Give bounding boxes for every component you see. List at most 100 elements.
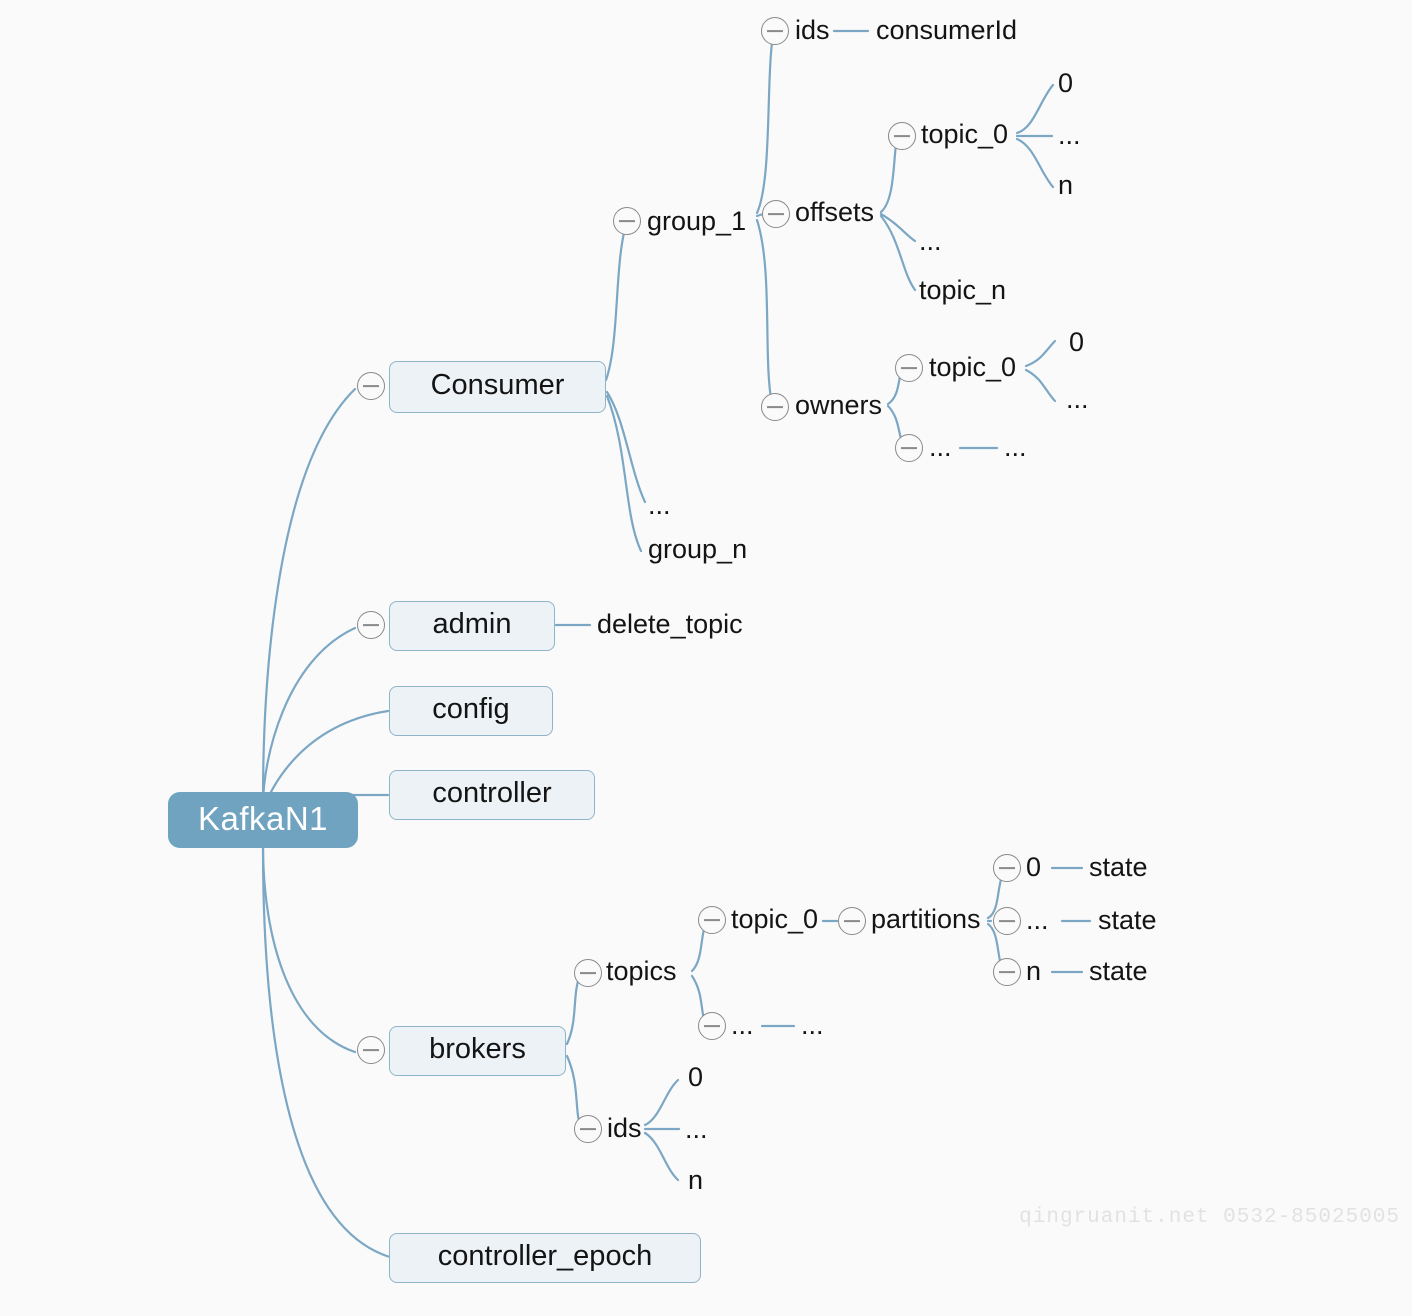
- collapse-toggle-owners-ellipsis[interactable]: [895, 434, 923, 462]
- collapse-toggle-partitions[interactable]: [838, 907, 866, 935]
- edge-consumer-group1: [604, 220, 629, 382]
- node-topics-ellipsis[interactable]: ...: [731, 1012, 754, 1039]
- node-owners-topic-0-partition-0[interactable]: 0: [1069, 329, 1084, 356]
- partition-dots-label: ...: [1026, 905, 1049, 935]
- config-label: config: [432, 693, 510, 725]
- root-node-kafkan1[interactable]: KafkaN1: [168, 792, 358, 848]
- ids-label: ids: [795, 15, 830, 45]
- node-controller[interactable]: controller: [389, 770, 595, 820]
- node-group-ellipsis[interactable]: ...: [648, 492, 671, 519]
- node-topics[interactable]: topics: [606, 958, 677, 985]
- node-brokers-ids-n[interactable]: n: [688, 1167, 703, 1194]
- partition-0-label: 0: [1026, 852, 1042, 882]
- owners-ellipsis-label: ...: [929, 432, 952, 462]
- node-brokers-ids-0[interactable]: 0: [688, 1064, 703, 1091]
- delete-topic-label: delete_topic: [597, 609, 743, 639]
- group-ellipsis-label: ...: [648, 490, 671, 520]
- node-owners[interactable]: owners: [795, 392, 882, 419]
- node-partitions[interactable]: partitions: [871, 906, 981, 933]
- node-topics-topic-0[interactable]: topic_0: [731, 906, 818, 933]
- node-group-n[interactable]: group_n: [648, 536, 747, 563]
- edge-offsetstopic0-n: [1015, 137, 1055, 189]
- node-offsets-topic-n[interactable]: topic_n: [919, 277, 1006, 304]
- node-owners-ellipsis[interactable]: ...: [929, 434, 952, 461]
- brokers-ids-0-label: 0: [688, 1062, 704, 1092]
- node-owners-ellipsis-child[interactable]: ...: [1004, 434, 1027, 461]
- root-label: KafkaN1: [197, 799, 329, 837]
- node-owners-topic-0[interactable]: topic_0: [929, 354, 1016, 381]
- collapse-toggle-group-1[interactable]: [613, 207, 641, 235]
- node-group-1[interactable]: group_1: [647, 208, 746, 235]
- node-consumer[interactable]: Consumer: [389, 361, 606, 413]
- node-brokers[interactable]: brokers: [389, 1026, 566, 1076]
- node-offsets-topic-0[interactable]: topic_0: [921, 121, 1008, 148]
- partition-0-state-label: state: [1089, 852, 1148, 882]
- node-ids[interactable]: ids: [795, 17, 830, 44]
- node-offsets-topic-0-partition-n[interactable]: n: [1058, 172, 1073, 199]
- node-controller-epoch[interactable]: controller_epoch: [389, 1233, 701, 1283]
- edge-ownerstopic0-0: [1024, 339, 1057, 368]
- offsets-topic-n-label: topic_n: [919, 275, 1007, 305]
- node-owners-topic-0-partition-dots[interactable]: ...: [1066, 386, 1089, 413]
- topics-topic-0-label: topic_0: [731, 904, 819, 934]
- edge-consumer-groupn: [605, 394, 643, 553]
- admin-label: admin: [432, 608, 512, 640]
- node-consumerid[interactable]: consumerId: [876, 17, 1017, 44]
- offsets-topic-0-partition-dots-label: ...: [1058, 120, 1081, 150]
- partition-n-state-label: state: [1089, 956, 1148, 986]
- offsets-ellipsis-label: ...: [919, 226, 942, 256]
- node-offsets[interactable]: offsets: [795, 199, 874, 226]
- brokers-ids-n-label: n: [688, 1165, 704, 1195]
- node-offsets-ellipsis[interactable]: ...: [919, 228, 942, 255]
- edge-offsetstopic0-0: [1015, 83, 1055, 135]
- edge-group1-ids: [755, 33, 775, 215]
- consumer-label: Consumer: [430, 369, 565, 401]
- node-delete-topic[interactable]: delete_topic: [597, 611, 743, 638]
- edge-brokerids-n: [643, 1131, 680, 1182]
- node-config[interactable]: config: [389, 686, 553, 736]
- partition-n-label: n: [1026, 956, 1042, 986]
- brokers-ids-label: ids: [607, 1113, 642, 1143]
- owners-topic-0-partition-dots-label: ...: [1066, 384, 1089, 414]
- collapse-toggle-offsets-topic-0[interactable]: [888, 122, 916, 150]
- node-partition-n[interactable]: n: [1026, 958, 1041, 985]
- collapse-toggle-brokers[interactable]: [357, 1036, 385, 1064]
- node-brokers-ids[interactable]: ids: [607, 1115, 642, 1142]
- collapse-toggle-partition-dots[interactable]: [993, 907, 1021, 935]
- offsets-topic-0-partition-n-label: n: [1058, 170, 1074, 200]
- brokers-ids-dots-label: ...: [685, 1114, 708, 1144]
- collapse-toggle-owners[interactable]: [761, 393, 789, 421]
- topics-label: topics: [606, 956, 677, 986]
- collapse-toggle-partition-n[interactable]: [993, 958, 1021, 986]
- collapse-toggle-offsets[interactable]: [762, 200, 790, 228]
- owners-topic-0-partition-0-label: 0: [1069, 327, 1085, 357]
- node-partition-n-state[interactable]: state: [1089, 958, 1148, 985]
- topics-ellipsis-child-label: ...: [801, 1010, 824, 1040]
- node-offsets-topic-0-partition-0[interactable]: 0: [1058, 70, 1073, 97]
- collapse-toggle-ids[interactable]: [761, 17, 789, 45]
- offsets-label: offsets: [795, 197, 875, 227]
- node-admin[interactable]: admin: [389, 601, 555, 651]
- mindmap-canvas: KafkaN1 Consumer group_1 ... group_n ids…: [0, 0, 1412, 1316]
- node-partition-dots-state[interactable]: state: [1098, 907, 1157, 934]
- node-brokers-ids-dots[interactable]: ...: [685, 1116, 708, 1143]
- collapse-toggle-consumer[interactable]: [357, 372, 385, 400]
- collapse-toggle-owners-topic-0[interactable]: [895, 354, 923, 382]
- collapse-toggle-brokers-ids[interactable]: [574, 1115, 602, 1143]
- node-offsets-topic-0-partition-dots[interactable]: ...: [1058, 122, 1081, 149]
- collapse-toggle-topics-ellipsis[interactable]: [698, 1012, 726, 1040]
- edge-root-consumer: [261, 387, 357, 802]
- collapse-toggle-topics-topic-0[interactable]: [698, 906, 726, 934]
- owners-ellipsis-child-label: ...: [1004, 432, 1027, 462]
- edge-ownerstopic0-dots: [1024, 368, 1057, 403]
- controller-label: controller: [432, 777, 552, 809]
- node-topics-ellipsis-child[interactable]: ...: [801, 1012, 824, 1039]
- node-partition-0-state[interactable]: state: [1089, 854, 1148, 881]
- collapse-toggle-topics[interactable]: [574, 959, 602, 987]
- collapse-toggle-partition-0[interactable]: [993, 854, 1021, 882]
- node-partition-0[interactable]: 0: [1026, 854, 1041, 881]
- owners-topic-0-label: topic_0: [929, 352, 1017, 382]
- consumerid-label: consumerId: [876, 15, 1018, 45]
- node-partition-dots[interactable]: ...: [1026, 907, 1049, 934]
- collapse-toggle-admin[interactable]: [357, 611, 385, 639]
